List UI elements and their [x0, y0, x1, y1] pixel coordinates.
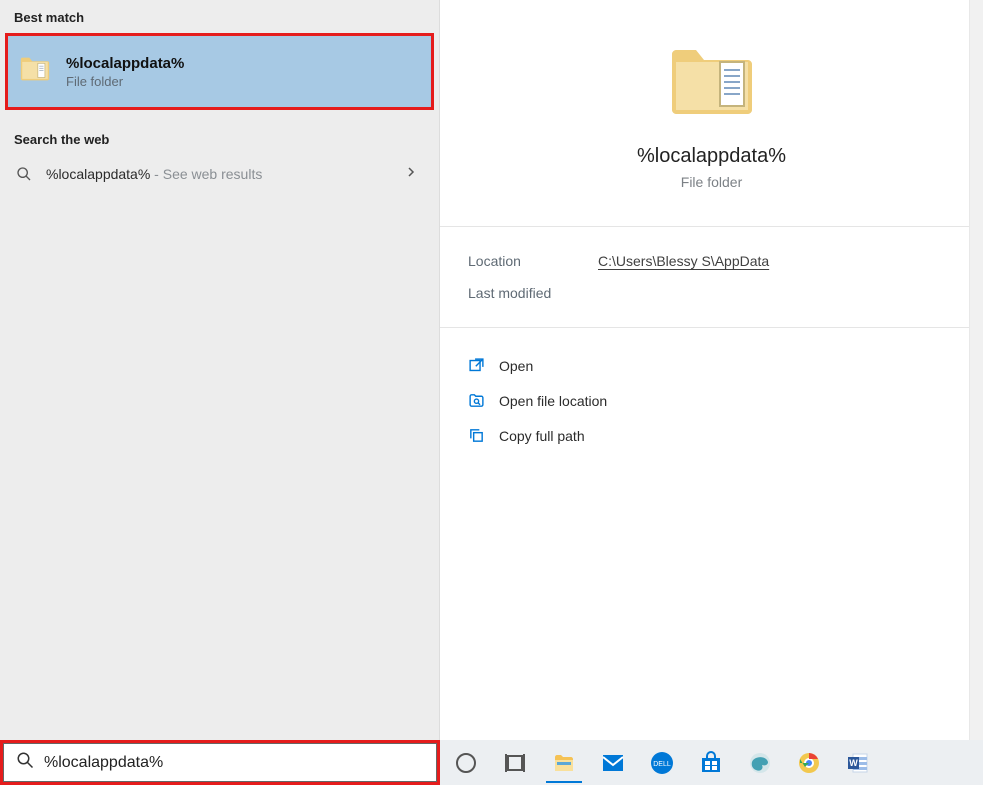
search-icon	[16, 751, 34, 774]
scrollbar[interactable]	[969, 0, 983, 740]
location-label: Location	[468, 253, 598, 269]
open-location-label: Open file location	[499, 393, 607, 409]
cortana-button[interactable]	[444, 743, 488, 783]
web-result-row[interactable]: %localappdata% - See web results	[0, 155, 439, 193]
location-row: Location C:\Users\Blessy S\AppData	[468, 245, 955, 277]
best-match-title: %localappdata%	[66, 55, 184, 72]
best-match-subtitle: File folder	[66, 74, 184, 89]
best-match-header: Best match	[0, 0, 439, 33]
best-match-item[interactable]: %localappdata% File folder	[8, 36, 431, 107]
web-result-text: %localappdata% - See web results	[46, 166, 393, 182]
preview-subtitle: File folder	[681, 174, 742, 190]
preview-pane: %localappdata% File folder Location C:\U…	[440, 0, 983, 740]
search-input[interactable]	[44, 754, 424, 772]
task-view-button[interactable]	[493, 743, 537, 783]
taskbar-search[interactable]	[3, 743, 437, 782]
svg-text:W: W	[849, 758, 858, 768]
edge-button[interactable]	[738, 743, 782, 783]
chrome-button[interactable]	[787, 743, 831, 783]
dell-button[interactable]: DELL	[640, 743, 684, 783]
taskbar-tray: DELL W	[440, 740, 983, 785]
search-web-header: Search the web	[0, 122, 439, 155]
preview-title: %localappdata%	[637, 145, 786, 168]
copy-path-action[interactable]: Copy full path	[468, 418, 955, 453]
mail-button[interactable]	[591, 743, 635, 783]
location-value[interactable]: C:\Users\Blessy S\AppData	[598, 253, 769, 269]
store-button[interactable]	[689, 743, 733, 783]
chevron-right-icon[interactable]	[405, 165, 425, 183]
web-query: %localappdata%	[46, 166, 150, 182]
open-action[interactable]: Open	[468, 348, 955, 383]
folder-icon	[18, 52, 52, 91]
folder-icon	[664, 34, 760, 135]
best-match-highlight: %localappdata% File folder	[5, 33, 434, 110]
search-results-pane: Best match %localappdat	[0, 0, 440, 740]
web-hint: - See web results	[150, 166, 262, 182]
taskbar: DELL W	[0, 740, 983, 785]
open-location-action[interactable]: Open file location	[468, 383, 955, 418]
word-button[interactable]: W	[836, 743, 880, 783]
copy-path-label: Copy full path	[499, 428, 585, 444]
modified-label: Last modified	[468, 285, 598, 301]
search-highlight	[0, 740, 440, 785]
search-icon	[14, 166, 34, 182]
open-label: Open	[499, 358, 533, 374]
svg-text:DELL: DELL	[653, 761, 671, 768]
modified-row: Last modified	[468, 277, 955, 309]
file-explorer-button[interactable]	[542, 743, 586, 783]
